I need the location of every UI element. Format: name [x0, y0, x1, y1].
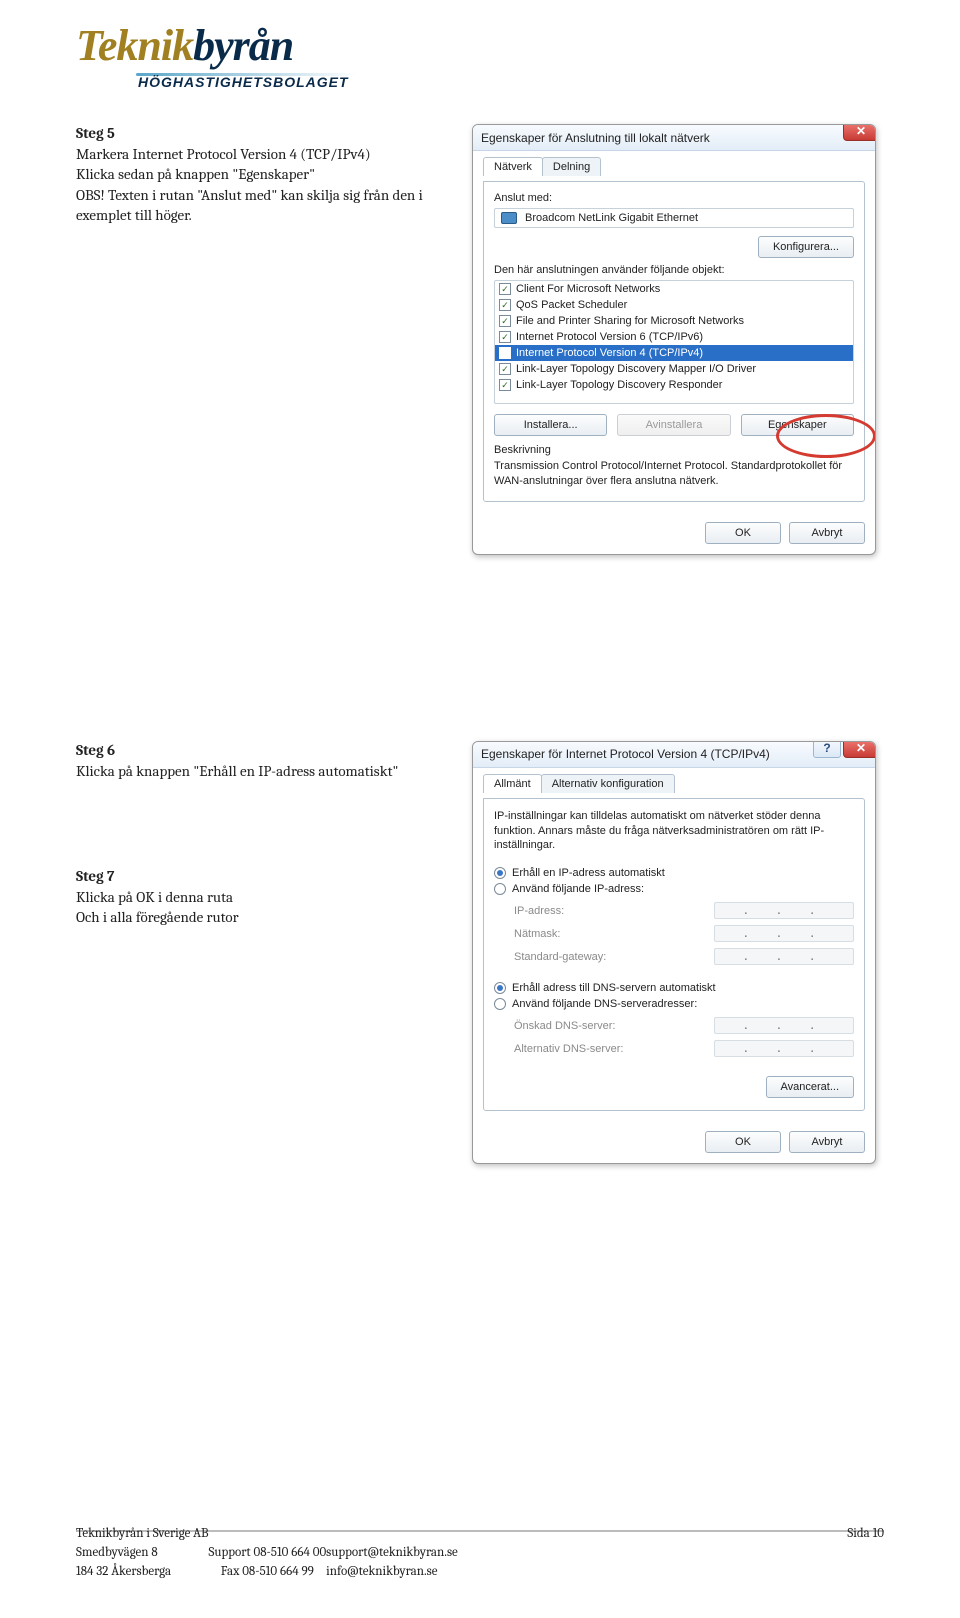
ipv4-intro: IP-inställningar kan tilldelas automatis… [494, 809, 854, 854]
uninstall-button: Avinstallera [617, 414, 730, 436]
footer-email2: info@teknikbyran.se [326, 1563, 458, 1582]
list-item[interactable]: Client For Microsoft Networks [495, 281, 853, 297]
description-text: Transmission Control Protocol/Internet P… [494, 459, 854, 489]
install-button[interactable]: Installera... [494, 414, 607, 436]
network-properties-dialog: Egenskaper för Anslutning till lokalt nä… [472, 124, 876, 555]
step5-line3: OBS! Texten i rutan "Anslut med" kan ski… [76, 185, 446, 226]
ipv4-properties-dialog: Egenskaper för Internet Protocol Version… [472, 741, 876, 1165]
logo: Teknikbyrån HÖGHASTIGHETSBOLAGET [76, 20, 884, 90]
gateway-label: Standard-gateway: [514, 951, 606, 963]
footer-email1: support@teknikbyran.se [326, 1544, 458, 1563]
page-number: Sida 10 [458, 1525, 884, 1544]
footer-fax: Fax 08-510 664 99 [209, 1563, 327, 1582]
radio-icon [494, 998, 506, 1010]
checkbox-icon[interactable] [499, 347, 511, 359]
step7-head: Steg 7 [76, 867, 446, 885]
netmask-field: . . . [714, 925, 854, 942]
radio-auto-dns[interactable]: Erhåll adress till DNS-servern automatis… [494, 980, 854, 996]
ok-button[interactable]: OK [705, 522, 781, 544]
list-item[interactable]: Link-Layer Topology Discovery Mapper I/O… [495, 361, 853, 377]
dialog2-title: Egenskaper för Internet Protocol Version… [481, 747, 770, 761]
logo-part1: Teknik [76, 21, 193, 70]
radio-icon [494, 883, 506, 895]
dialog1-titlebar[interactable]: Egenskaper för Anslutning till lokalt nä… [473, 125, 875, 151]
dns-alt-label: Alternativ DNS-server: [514, 1043, 623, 1055]
ip-address-field: . . . [714, 902, 854, 919]
dns-preferred-label: Önskad DNS-server: [514, 1020, 615, 1032]
configure-button[interactable]: Konfigurera... [758, 236, 854, 258]
dns-preferred-field: . . . [714, 1017, 854, 1034]
step5-line1: Markera Internet Protocol Version 4 (TCP… [76, 144, 446, 164]
step6-head: Steg 6 [76, 741, 446, 759]
list-item[interactable]: File and Printer Sharing for Microsoft N… [495, 313, 853, 329]
dialog1-title: Egenskaper för Anslutning till lokalt nä… [481, 131, 710, 145]
radio-icon [494, 982, 506, 994]
list-item[interactable]: QoS Packet Scheduler [495, 297, 853, 313]
tab-alt-config[interactable]: Alternativ konfiguration [541, 774, 675, 793]
cancel-button[interactable]: Avbryt [789, 1131, 865, 1153]
dns-alt-field: . . . [714, 1040, 854, 1057]
list-item-selected[interactable]: Internet Protocol Version 4 (TCP/IPv4) [495, 345, 853, 361]
tab-sharing[interactable]: Delning [542, 157, 601, 176]
ok-button[interactable]: OK [705, 1131, 781, 1153]
step5-line2: Klicka sedan på knappen "Egenskaper" [76, 164, 446, 184]
step6-line1: Klicka på knappen "Erhåll en IP-adress a… [76, 761, 446, 781]
connect-with-label: Anslut med: [494, 192, 854, 204]
footer-addr1: Smedbyvägen 8 [76, 1544, 209, 1563]
footer-addr2: 184 32 Åkersberga [76, 1563, 209, 1582]
radio-manual-dns[interactable]: Använd följande DNS-serveradresser: [494, 996, 854, 1012]
radio-auto-ip[interactable]: Erhåll en IP-adress automatiskt [494, 865, 854, 881]
checkbox-icon[interactable] [499, 315, 511, 327]
uses-objects-label: Den här anslutningen använder följande o… [494, 264, 854, 276]
dialog2-titlebar[interactable]: Egenskaper för Internet Protocol Version… [473, 742, 875, 768]
checkbox-icon[interactable] [499, 363, 511, 375]
radio-icon [494, 867, 506, 879]
logo-part2: byrån [193, 21, 293, 70]
footer-company: Teknikbyrån i Sverige AB [76, 1525, 209, 1544]
step7-line2: Och i alla föregående rutor [76, 907, 446, 927]
nic-icon [501, 212, 517, 224]
checkbox-icon[interactable] [499, 379, 511, 391]
description-label: Beskrivning [494, 444, 854, 456]
page-footer: Teknikbyrån i Sverige AB Smedbyvägen 8 1… [76, 1525, 884, 1582]
checkbox-icon[interactable] [499, 299, 511, 311]
tab-network[interactable]: Nätverk [483, 157, 543, 176]
logo-subtitle: HÖGHASTIGHETSBOLAGET [138, 74, 884, 90]
footer-support: Support 08-510 664 00 [209, 1544, 327, 1563]
netmask-label: Nätmask: [514, 928, 560, 940]
checkbox-icon[interactable] [499, 283, 511, 295]
tab-general[interactable]: Allmänt [483, 774, 542, 793]
checkbox-icon[interactable] [499, 331, 511, 343]
list-item[interactable]: Link-Layer Topology Discovery Responder [495, 377, 853, 393]
cancel-button[interactable]: Avbryt [789, 522, 865, 544]
radio-manual-ip[interactable]: Använd följande IP-adress: [494, 881, 854, 897]
adapter-name: Broadcom NetLink Gigabit Ethernet [525, 212, 698, 224]
help-icon[interactable]: ? [813, 741, 841, 758]
close-icon[interactable]: ✕ [843, 124, 876, 141]
step5-head: Steg 5 [76, 124, 446, 142]
advanced-button[interactable]: Avancerat... [766, 1076, 855, 1098]
close-icon[interactable]: ✕ [843, 741, 876, 758]
step7-line1: Klicka på OK i denna ruta [76, 887, 446, 907]
list-item[interactable]: Internet Protocol Version 6 (TCP/IPv6) [495, 329, 853, 345]
ip-address-label: IP-adress: [514, 905, 564, 917]
adapter-field: Broadcom NetLink Gigabit Ethernet [494, 208, 854, 228]
components-list[interactable]: Client For Microsoft Networks QoS Packet… [494, 280, 854, 404]
gateway-field: . . . [714, 948, 854, 965]
properties-button[interactable]: Egenskaper [741, 414, 854, 436]
